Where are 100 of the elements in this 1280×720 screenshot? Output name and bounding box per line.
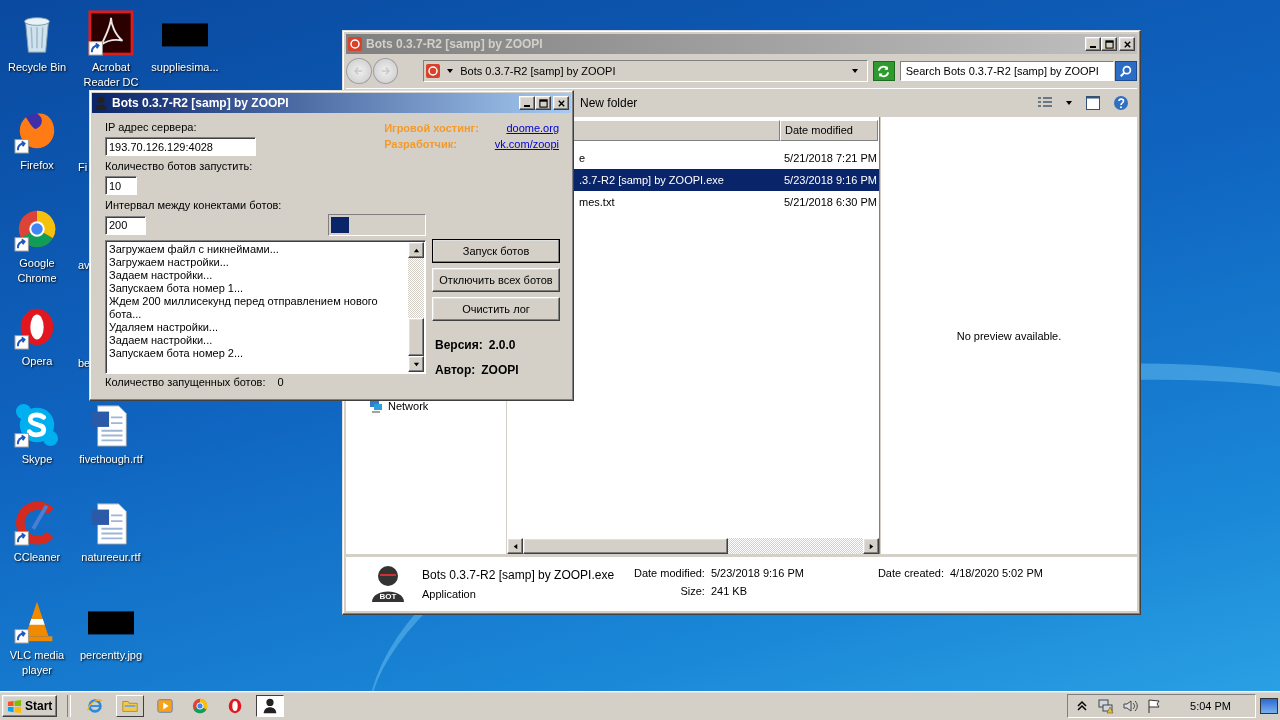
action-button[interactable]: Очистить лог (432, 297, 560, 321)
close-button[interactable] (553, 96, 569, 110)
browser-ball-icon (191, 697, 210, 715)
scroll-down-button[interactable] (408, 356, 424, 372)
network-warning-icon[interactable] (1098, 698, 1115, 714)
minimize-button[interactable] (1085, 37, 1101, 51)
property-label: Date modified: (634, 567, 705, 579)
status-value: 0 (277, 376, 284, 388)
flag-icon[interactable] (1146, 698, 1163, 714)
left-arrow-icon (511, 542, 519, 550)
maximize-button[interactable] (535, 96, 551, 110)
desktop-shortcut[interactable]: Recycle Bin (0, 10, 74, 75)
file-date: 5/23/2018 9:16 PM (784, 174, 877, 186)
show-desktop-button[interactable] (1260, 698, 1278, 714)
navigation-item[interactable]: Network (368, 398, 429, 414)
info-value: 2.0.0 (488, 338, 516, 352)
windows-flag-icon (7, 698, 22, 714)
address-bar[interactable]: Bots 0.3.7-R2 [samp] by ZOOPI (423, 60, 869, 82)
search-field[interactable]: Search Bots 0.3.7-R2 [samp] by ZOOPI (899, 61, 1115, 81)
action-button[interactable]: Запуск ботов (432, 239, 560, 263)
desktop-shortcut[interactable]: fivethough.rtf (74, 402, 148, 467)
desktop-shortcut[interactable]: CCleaner (0, 500, 74, 565)
bot-count-field[interactable]: 10 (105, 176, 137, 195)
log-line: Задаем настройки... (109, 269, 214, 282)
horizontal-scrollbar[interactable] (507, 538, 879, 554)
desktop-shortcut[interactable]: Opera (0, 304, 74, 369)
log-line: Удаляем настройки... (109, 321, 219, 334)
vertical-scrollbar[interactable] (408, 242, 424, 372)
pdf-icon (88, 10, 134, 56)
preview-message: No preview available. (956, 329, 1062, 342)
property-value: 241 KB (710, 585, 749, 597)
desktop-shortcut[interactable]: Fi (74, 160, 88, 175)
close-button[interactable] (1119, 37, 1135, 51)
start-button[interactable]: Start (2, 695, 58, 717)
scrollbar-thumb[interactable] (523, 538, 728, 554)
minimize-button[interactable] (519, 96, 535, 110)
refresh-button[interactable] (873, 61, 895, 81)
minimize-icon (1090, 46, 1096, 48)
desktop-shortcut[interactable]: av (74, 258, 90, 273)
log-line: Запускаем бота номер 2... (109, 347, 245, 360)
file-name: e (578, 152, 587, 164)
minimize-icon (524, 105, 530, 107)
field-label: Интервал между конектами ботов: (105, 199, 283, 211)
desktop-shortcut[interactable]: Google Chrome (0, 206, 74, 286)
down-arrow-icon (412, 360, 420, 368)
scroll-up-button[interactable] (408, 242, 424, 258)
network-icon (368, 398, 384, 414)
desktop-shortcut[interactable]: Firefox (0, 108, 74, 173)
new-folder-button[interactable]: New folder (578, 96, 640, 110)
window-title: Bots 0.3.7-R2 [samp] by ZOOPI (366, 37, 544, 51)
desktop-shortcut[interactable]: be (74, 356, 91, 371)
preview-pane-icon[interactable] (1085, 95, 1101, 111)
dropdown-icon (851, 67, 860, 75)
server-address-field[interactable]: 193.70.126.129:4028 (105, 137, 256, 156)
chat-cloud-icon (14, 402, 60, 448)
close-icon (1122, 39, 1132, 49)
log-line: Загружаем файл с никнеймами... (109, 243, 280, 256)
info-label: Автор: (435, 363, 476, 377)
file-date: 5/21/2018 6:30 PM (784, 196, 877, 208)
info-value: ZOOPI (481, 363, 519, 377)
file-name: Bots 0.3.7-R2 [samp] by ZOOPI.exe (422, 568, 616, 582)
search-button[interactable] (1115, 61, 1137, 81)
maximize-icon (538, 98, 548, 108)
action-button[interactable]: Отключить всех ботов (432, 268, 560, 292)
scroll-right-button[interactable] (863, 538, 879, 554)
desktop-shortcut[interactable]: VLC media player (0, 598, 74, 678)
speaker-icon[interactable] (1122, 698, 1139, 714)
dropdown-icon[interactable] (1065, 99, 1073, 107)
interval-field[interactable]: 200 (105, 215, 146, 235)
log-line: Запускаем бота номер 1... (109, 282, 245, 295)
file-date: 5/21/2018 7:21 PM (784, 152, 877, 164)
link[interactable]: doome.org (494, 122, 559, 134)
help-icon[interactable] (1113, 95, 1129, 111)
property-value: 4/18/2020 5:02 PM (949, 567, 1043, 579)
refresh-icon (876, 63, 892, 79)
link-label: Игровой хостинг: (384, 122, 479, 134)
property-value: 5/23/2018 9:16 PM (710, 567, 804, 579)
field-label: IP адрес сервера: (105, 121, 198, 133)
desktop-shortcut[interactable]: natureeur.rtf (74, 500, 148, 565)
clock: 5:04 PM (1190, 700, 1231, 712)
column-header[interactable]: Date modified (780, 120, 878, 141)
scroll-left-button[interactable] (507, 538, 523, 554)
desktop-shortcut[interactable]: Acrobat Reader DC (74, 10, 148, 90)
desktop-shortcut[interactable]: suppliesima... (148, 10, 222, 75)
maximize-button[interactable] (1101, 37, 1117, 51)
log-line: Ждем 200 миллисекунд перед отправлением нового бота... (109, 295, 379, 321)
taskbar-button[interactable] (256, 695, 285, 717)
log-line: Загружаем настройки... (109, 256, 230, 269)
property-label: Size: (679, 585, 705, 597)
window-title: Bots 0.3.7-R2 [samp] by ZOOPI (112, 96, 290, 110)
desktop-shortcut[interactable]: Skype (0, 402, 74, 467)
desktop-shortcut[interactable]: percentty.jpg (74, 598, 148, 663)
address-text: Bots 0.3.7-R2 [samp] by ZOOPI (460, 65, 617, 77)
scrollbar-thumb[interactable] (408, 318, 424, 356)
property-label: Date created: (877, 567, 944, 579)
link[interactable]: vk.com/zoopi (494, 138, 559, 150)
file-name: .3.7-R2 [samp] by ZOOPI.exe (578, 174, 725, 186)
app-icon (348, 37, 362, 51)
log-line: Задаем настройки... (109, 334, 214, 347)
file-name: mes.txt (578, 196, 616, 208)
